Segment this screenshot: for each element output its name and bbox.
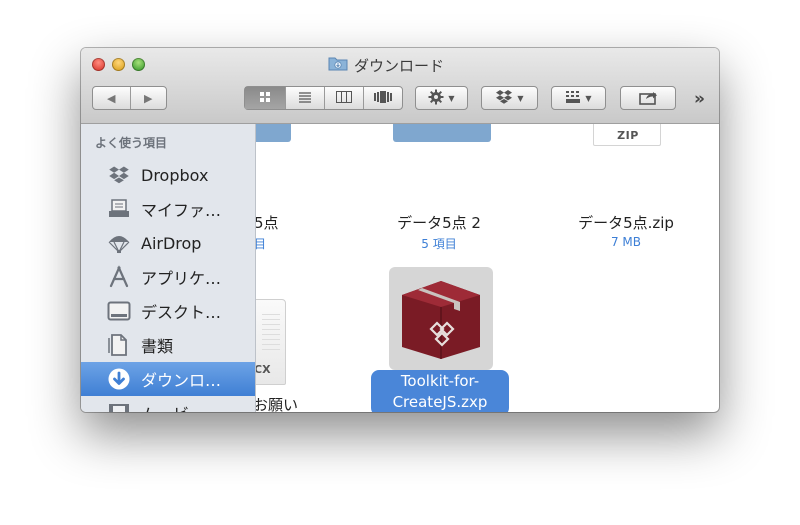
airdrop-icon [106,230,132,256]
column-view-button[interactable] [324,87,363,109]
sidebar-item-downloads[interactable]: ダウンロ… [81,362,255,396]
file-name[interactable]: データ5点 2 [374,212,504,233]
coverflow-view-button[interactable] [363,87,402,109]
finder-window: ダウンロード ◀ ▶ ▼ ▼ ▼ » 5点 目 データ5点 2 5 項目 ZIP… [81,48,719,412]
list-icon [298,91,312,106]
folder-icon [328,55,348,75]
window-title-text: ダウンロード [354,56,445,75]
file-icon-view: 5点 目 データ5点 2 5 項目 ZIP データ5点.zip 7 MB CX … [256,124,719,412]
zoom-button[interactable] [132,58,145,71]
sidebar-item-label: マイファ… [141,201,222,220]
toolbar-overflow-button[interactable]: » [694,89,705,109]
back-button[interactable]: ◀ [93,87,130,109]
sidebar-item-applications[interactable]: アプリケ… [81,260,255,294]
docx-badge: CX [256,363,271,376]
sidebar-item-label: Dropbox [141,165,209,185]
coverflow-icon [374,90,392,106]
sidebar-item-documents[interactable]: 書類 [81,328,255,362]
caret-down-icon: ▼ [448,93,455,103]
title-bar: ダウンロード ◀ ▶ ▼ ▼ ▼ » [81,48,719,124]
file-name-line2: CreateJS.zxp [392,393,488,411]
list-view-button[interactable] [285,87,324,109]
nav-buttons: ◀ ▶ [92,86,167,110]
caret-down-icon: ▼ [517,93,524,103]
minimize-button[interactable] [112,58,125,71]
arrange-menu-button[interactable]: ▼ [551,86,606,110]
forward-button[interactable]: ▶ [129,87,167,109]
desktop-icon [106,298,132,324]
document-icon [106,332,132,358]
file-name-line1: Toolkit-for- [400,372,480,390]
caret-down-icon: ▼ [585,93,592,103]
sidebar-item-desktop[interactable]: デスクト… [81,294,255,328]
sidebar-item-dropbox[interactable]: Dropbox [81,158,255,192]
share-button[interactable] [620,86,676,110]
dropbox-menu-button[interactable]: ▼ [481,86,538,110]
dropbox-icon [106,162,132,188]
file-name[interactable]: データ5点.zip [556,212,696,233]
sidebar-item-label: ダウンロ… [141,371,222,390]
docx-file-icon[interactable]: CX [256,299,286,385]
sidebar-item-label: 書類 [141,337,174,356]
grid-icon [259,91,271,106]
movies-icon [106,400,132,412]
applications-icon [106,264,132,290]
downloads-icon [106,366,132,392]
chevron-right-icon: ▶ [144,91,153,105]
folder-icon[interactable] [256,124,291,142]
file-info: 7 MB [610,235,642,249]
arrange-icon [565,90,581,107]
document-lines [262,314,280,354]
close-button[interactable] [92,58,105,71]
selected-file-icon-highlight[interactable] [389,267,493,370]
gear-icon [428,89,444,108]
sidebar-item-airdrop[interactable]: AirDrop [81,226,255,260]
zip-badge: ZIP [617,129,639,142]
columns-icon [336,90,352,106]
package-icon [396,275,486,363]
file-info: 5 項目 [421,237,457,251]
file-name[interactable]: 5点 [256,212,279,233]
sidebar-section-header: よく使う項目 [95,136,168,150]
documents-icon [106,196,132,222]
sidebar-item-label: アプリケ… [141,269,222,288]
sidebar-item-label: デスクト… [141,303,222,322]
selected-file-label[interactable]: Toolkit-for- CreateJS.zxp [371,370,509,412]
sidebar: よく使う項目 Dropbox マイファ… AirDrop アプリケ… デスクト…… [81,124,256,412]
sidebar-item-label: AirDrop [141,233,202,253]
zip-file-icon[interactable]: ZIP [593,124,661,146]
file-name-line1[interactable]: お願い [256,394,298,412]
action-menu-button[interactable]: ▼ [415,86,468,110]
sidebar-item-movies[interactable]: ムービ [81,396,255,412]
sidebar-item-my-files[interactable]: マイファ… [81,192,255,226]
window-title: ダウンロード [328,55,444,75]
icon-view-button[interactable] [245,87,285,109]
sidebar-item-label: ムービ [141,401,189,412]
share-icon [638,89,658,108]
chevron-left-icon: ◀ [107,91,116,105]
dropbox-icon [495,89,513,108]
view-mode-control [244,86,403,110]
file-info: 目 [256,237,267,251]
folder-icon[interactable] [393,124,491,142]
